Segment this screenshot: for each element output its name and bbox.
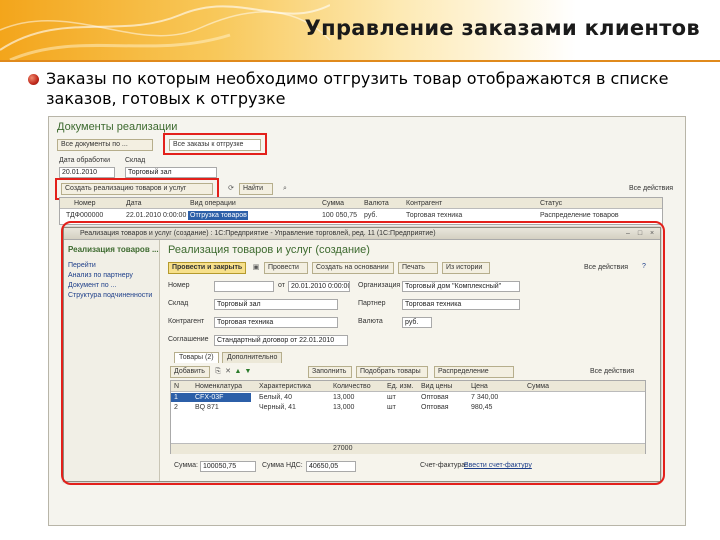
refresh-icon[interactable]: ⟳ <box>227 185 235 193</box>
row-partner: Торговая техника <box>406 212 463 219</box>
col-operation: Вид операции <box>190 200 236 207</box>
filter-warehouse-field[interactable]: Торговый зал <box>125 167 217 178</box>
col-status: Статус <box>540 200 563 207</box>
slide-header: Управление заказами клиентов <box>0 0 720 62</box>
list-form-title: Документы реализации <box>57 121 178 133</box>
documents-grid-header: Номер Дата Вид операции Сумма Валюта Кон… <box>60 198 662 209</box>
filter-date-label: Дата обработки <box>59 157 111 164</box>
row-number: ТДФ000000 <box>66 212 104 219</box>
bullet-text: Заказы по которым необходимо отгрузить т… <box>46 69 669 108</box>
row-operation: Отгрузка товаров <box>190 212 247 219</box>
slide-title: Управление заказами клиентов <box>304 16 700 40</box>
row-date: 22.01.2010 0:00:00 <box>126 212 187 219</box>
col-date: Дата <box>126 200 142 207</box>
app-screenshot: Документы реализации Все документы по ..… <box>48 116 686 526</box>
row-currency: руб. <box>364 212 378 219</box>
decorative-swirl-icon <box>0 4 330 62</box>
find-button[interactable]: Найти <box>239 183 273 195</box>
col-currency: Валюта <box>364 200 389 207</box>
filter-date-field[interactable]: 20.01.2010 <box>59 167 115 178</box>
highlight-orders-tab <box>163 133 267 155</box>
col-number: Номер <box>74 200 96 207</box>
col-sum: Сумма <box>322 200 344 207</box>
highlight-dialog <box>61 221 665 485</box>
filter-warehouse-label: Склад <box>125 157 146 164</box>
search-icon[interactable]: ⌕ <box>281 185 289 193</box>
header-divider <box>0 60 720 62</box>
row-sum: 100 050,75 <box>322 212 358 219</box>
bullet-icon <box>28 74 39 85</box>
list-all-actions[interactable]: Все действия <box>629 185 673 192</box>
col-partner: Контрагент <box>406 200 443 207</box>
row-status: Распределение товаров <box>540 212 619 219</box>
tab-all-documents[interactable]: Все документы по ... <box>57 139 153 151</box>
